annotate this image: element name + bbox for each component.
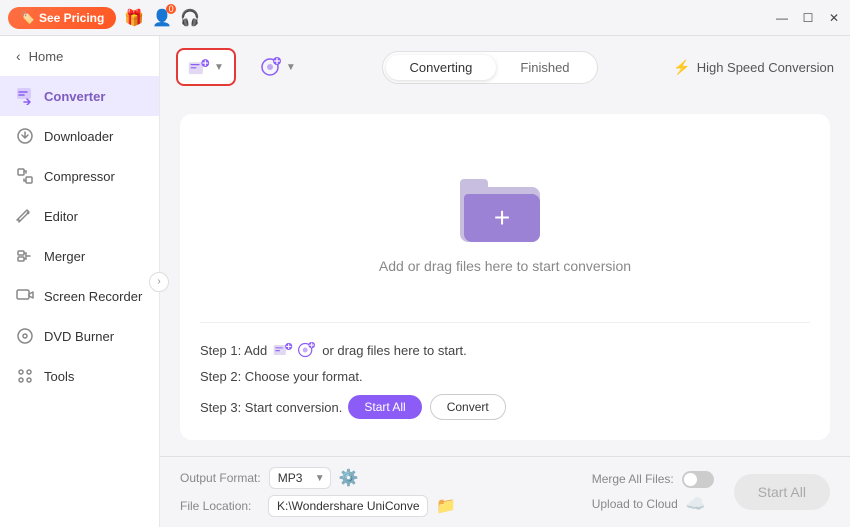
lightning-icon: ⚡ [673,59,690,76]
tab-converting[interactable]: Converting [386,55,497,80]
compressor-icon [16,167,34,185]
high-speed-conversion[interactable]: ⚡ High Speed Conversion [673,59,834,76]
merge-all-files-toggle[interactable] [682,471,714,488]
drop-zone-upper: + Add or drag files here to start conver… [200,134,810,323]
sidebar-item-tools[interactable]: Tools [0,356,159,396]
window-controls: — ☐ ✕ [774,10,842,26]
drop-zone[interactable]: + Add or drag files here to start conver… [180,114,830,440]
dvd-burner-label: DVD Burner [44,329,114,344]
output-format-label: Output Format: [180,471,261,485]
step1-add-media-icon [296,341,316,359]
user-icon[interactable]: 👤 0 [152,8,172,28]
merge-all-files-label: Merge All Files: [592,472,674,486]
drop-zone-wrapper: + Add or drag files here to start conver… [160,98,850,456]
sidebar-item-editor[interactable]: Editor [0,196,159,236]
sidebar-collapse-button[interactable]: › [149,272,169,292]
step3-start-all-button[interactable]: Start All [348,395,421,419]
converter-label: Converter [44,89,105,104]
step3-text: Step 3: Start conversion. [200,400,342,415]
folder-front: + [464,194,540,242]
file-location-input[interactable] [268,495,428,517]
editor-label: Editor [44,209,78,224]
sidebar-item-screen-recorder[interactable]: Screen Recorder [0,276,159,316]
minimize-button[interactable]: — [774,10,790,26]
editor-icon [16,207,34,225]
step1-add-file-icon [273,341,293,359]
merger-label: Merger [44,249,85,264]
high-speed-label: High Speed Conversion [697,60,834,75]
merger-icon [16,247,34,265]
bottom-right: Merge All Files: Upload to Cloud ☁️ [592,471,714,514]
merge-all-files-row: Merge All Files: [592,471,714,488]
bottom-bar: Output Format: MP3 MP4 AVI MOV ▼ ⚙️ File… [160,456,850,527]
tab-group: Converting Finished [318,51,661,84]
file-location-row: File Location: 📁 [180,495,572,517]
folder-icon: + [460,162,550,242]
add-file-icon [188,56,210,78]
format-settings-icon[interactable]: ⚙️ [339,468,359,488]
step-1-row: Step 1: Add [200,341,810,359]
step3-buttons: Start All Convert [348,394,505,420]
sidebar-item-compressor[interactable]: Compressor [0,156,159,196]
step3-convert-button[interactable]: Convert [430,394,506,420]
content-area: ▼ ▼ Converting Finished [160,36,850,527]
folder-plus-icon: + [494,204,510,232]
maximize-button[interactable]: ☐ [800,10,816,26]
output-format-select-wrapper: MP3 MP4 AVI MOV ▼ [269,467,331,489]
upload-to-cloud-row: Upload to Cloud ☁️ [592,494,706,514]
upload-to-cloud-label: Upload to Cloud [592,497,678,511]
headset-icon[interactable]: 🎧 [180,8,200,28]
output-format-select[interactable]: MP3 MP4 AVI MOV [269,467,331,489]
tab-finished[interactable]: Finished [496,55,593,80]
folder-open-icon[interactable]: 📁 [436,496,456,516]
sidebar-item-merger[interactable]: Merger [0,236,159,276]
start-all-main-button[interactable]: Start All [734,474,830,510]
title-bar: 🏷️ See Pricing 🎁 👤 0 🎧 — ☐ ✕ [0,0,850,36]
output-format-row: Output Format: MP3 MP4 AVI MOV ▼ ⚙️ [180,467,572,489]
main-layout: ‹ Home Converter Downloader [0,36,850,527]
add-file-dropdown-arrow: ▼ [214,62,224,73]
title-bar-left: 🏷️ See Pricing 🎁 👤 0 🎧 [8,7,774,29]
screen-recorder-label: Screen Recorder [44,289,142,304]
tab-container: Converting Finished [382,51,598,84]
step1-text: Step 1: Add [200,343,267,358]
upload-cloud-icon[interactable]: ☁️ [686,494,706,514]
tag-icon: 🏷️ [20,11,35,25]
gift-icon[interactable]: 🎁 [124,8,144,28]
downloader-icon [16,127,34,145]
see-pricing-button[interactable]: 🏷️ See Pricing [8,7,116,29]
close-button[interactable]: ✕ [826,10,842,26]
file-location-label: File Location: [180,499,260,513]
step-2-row: Step 2: Choose your format. [200,369,810,384]
tools-label: Tools [44,369,74,384]
back-arrow-icon: ‹ [16,48,21,64]
sidebar-home[interactable]: ‹ Home [0,36,159,76]
toolbar: ▼ ▼ Converting Finished [160,36,850,98]
add-media-icon [258,56,282,78]
add-media-dropdown-arrow: ▼ [286,62,296,73]
sidebar: ‹ Home Converter Downloader [0,36,160,527]
sidebar-item-dvd-burner[interactable]: DVD Burner [0,316,159,356]
dvd-burner-icon [16,327,34,345]
add-media-button[interactable]: ▼ [248,50,306,84]
step1-suffix: or drag files here to start. [322,343,467,358]
add-file-button[interactable]: ▼ [176,48,236,86]
compressor-label: Compressor [44,169,115,184]
downloader-label: Downloader [44,129,113,144]
step2-text: Step 2: Choose your format. [200,369,363,384]
screen-recorder-icon [16,287,34,305]
converter-icon [16,87,34,105]
drop-zone-text: Add or drag files here to start conversi… [379,258,631,274]
step1-icons [273,341,316,359]
sidebar-item-downloader[interactable]: Downloader [0,116,159,156]
home-label: Home [29,49,64,64]
sidebar-item-converter[interactable]: Converter [0,76,159,116]
bottom-left: Output Format: MP3 MP4 AVI MOV ▼ ⚙️ File… [180,467,572,517]
step-3-row: Step 3: Start conversion. Start All Conv… [200,394,810,420]
tools-icon [16,367,34,385]
drop-zone-lower: Step 1: Add [200,323,810,420]
